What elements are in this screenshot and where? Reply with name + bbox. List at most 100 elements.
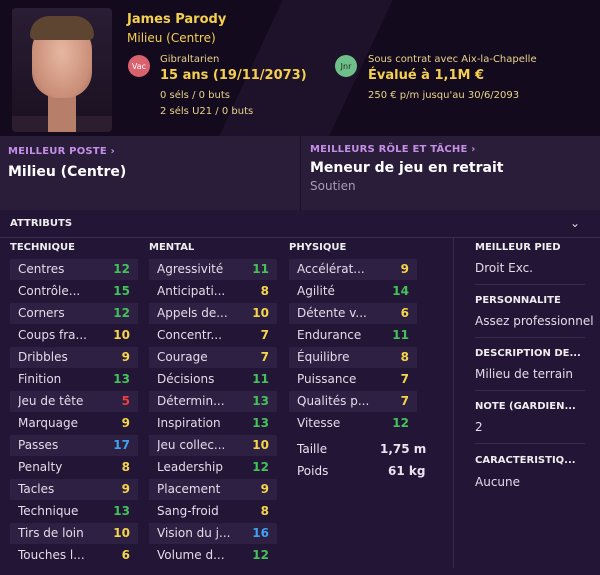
attribute-row[interactable]: Vision du j... 16 — [149, 523, 277, 544]
attribute-row[interactable]: Courage 7 — [149, 347, 277, 368]
attribute-label: Qualités p... — [297, 394, 370, 408]
attribute-value: 12 — [252, 460, 269, 474]
attribute-value: 13 — [252, 394, 269, 408]
attribute-value: 6 — [121, 548, 130, 562]
attribute-row[interactable]: Sang-froid 8 — [149, 501, 277, 522]
attribute-row[interactable]: Jeu collec... 10 — [149, 435, 277, 456]
attribute-row[interactable]: Décisions 11 — [149, 369, 277, 390]
attribute-value: 8 — [121, 460, 130, 474]
attribute-row[interactable]: Placement 9 — [149, 479, 277, 500]
best-role-link[interactable]: MEILLEURS RÔLE ET TÂCHE › — [310, 144, 476, 155]
attribute-label: Penalty — [18, 460, 63, 474]
best-position-panel: MEILLEUR POSTE › Milieu (Centre) MEILLEU… — [0, 136, 600, 210]
attribute-row[interactable]: Concentr... 7 — [149, 325, 277, 346]
attribute-value: 12 — [392, 416, 409, 430]
best-foot-value: Droit Exc. — [475, 261, 533, 275]
attribute-label: Anticipati... — [157, 284, 226, 298]
attribute-value: 15 — [113, 284, 130, 298]
attribute-value: 7 — [260, 350, 269, 364]
height-value: 1,75 m — [380, 442, 427, 456]
attribute-label: Vision du j... — [157, 526, 231, 540]
attribute-label: Détermin... — [157, 394, 225, 408]
divider — [453, 238, 454, 568]
features-title: CARACTÉRISTIQ... — [475, 455, 576, 466]
status-badge-vac: Vac — [128, 55, 150, 77]
player-value: Évalué à 1,1M € — [368, 68, 485, 83]
attribute-value: 9 — [121, 416, 130, 430]
attribute-row[interactable]: Coups fra... 10 — [10, 325, 138, 346]
contract-club[interactable]: Sous contrat avec Aix-la-Chapelle — [368, 54, 537, 65]
attribute-label: Accélérat... — [297, 262, 365, 276]
nationality[interactable]: Gibraltarien — [160, 54, 219, 65]
divider — [475, 390, 585, 391]
personality-value: Assez professionnel — [475, 314, 594, 328]
attribute-row[interactable]: Agressivité 11 — [149, 259, 277, 280]
attribute-row[interactable]: Détente v... 6 — [289, 303, 417, 324]
attribute-value: 16 — [252, 526, 269, 540]
attribute-value: 10 — [113, 526, 130, 540]
attribute-label: Corners — [18, 306, 65, 320]
attribute-label: Vitesse — [297, 416, 341, 430]
attribute-label: Agressivité — [157, 262, 224, 276]
attribute-row[interactable]: Vitesse 12 — [289, 413, 417, 434]
attribute-value: 10 — [252, 306, 269, 320]
weight-label: Poids — [297, 464, 329, 478]
attribute-label: Technique — [18, 504, 79, 518]
divider — [300, 136, 301, 210]
attribute-value: 5 — [121, 394, 130, 408]
attribute-label: Agilité — [297, 284, 335, 298]
attribute-row[interactable]: Agilité 14 — [289, 281, 417, 302]
best-position-link[interactable]: MEILLEUR POSTE › — [8, 146, 115, 157]
best-role-duty: Soutien — [310, 179, 356, 193]
attribute-row[interactable]: Tirs de loin 10 — [10, 523, 138, 544]
player-name[interactable]: James Parody — [127, 12, 226, 27]
best-role-value: Meneur de jeu en retrait — [310, 160, 504, 176]
attribute-value: 7 — [400, 394, 409, 408]
attribute-label: Endurance — [297, 328, 362, 342]
attribute-row[interactable]: Puissance 7 — [289, 369, 417, 390]
attribute-value: 9 — [260, 482, 269, 496]
attribute-row[interactable]: Appels de... 10 — [149, 303, 277, 324]
attribute-row[interactable]: Qualités p... 7 — [289, 391, 417, 412]
attribute-row[interactable]: Jeu de tête 5 — [10, 391, 138, 412]
attribute-row[interactable]: Accélérat... 9 — [289, 259, 417, 280]
note-title: NOTE (GARDIEN... — [475, 401, 576, 412]
attributes-header[interactable]: ATTRIBUTS ⌄ — [0, 210, 600, 238]
chevron-right-icon: › — [471, 144, 476, 155]
attribute-row[interactable]: Corners 12 — [10, 303, 138, 324]
attributes-title: ATTRIBUTS — [10, 218, 73, 229]
attribute-row[interactable]: Finition 13 — [10, 369, 138, 390]
attribute-row[interactable]: Tacles 9 — [10, 479, 138, 500]
caps-u21: 2 séls U21 / 0 buts — [160, 106, 254, 117]
attribute-row[interactable]: Équilibre 8 — [289, 347, 417, 368]
attribute-row[interactable]: Centres 12 — [10, 259, 138, 280]
attribute-row[interactable]: Détermin... 13 — [149, 391, 277, 412]
attribute-row[interactable]: Leadership 12 — [149, 457, 277, 478]
attribute-row[interactable]: Marquage 9 — [10, 413, 138, 434]
attribute-row[interactable]: Passes 17 — [10, 435, 138, 456]
attribute-row[interactable]: Endurance 11 — [289, 325, 417, 346]
attribute-row[interactable]: Contrôle... 15 — [10, 281, 138, 302]
attribute-row[interactable]: Inspiration 13 — [149, 413, 277, 434]
attribute-label: Centres — [18, 262, 65, 276]
personality-title: PERSONNALITÉ — [475, 295, 561, 306]
weight-value: 61 kg — [388, 464, 426, 478]
attribute-label: Puissance — [297, 372, 357, 386]
attribute-label: Jeu collec... — [157, 438, 226, 452]
attribute-value: 12 — [252, 548, 269, 562]
attribute-value: 17 — [113, 438, 130, 452]
chevron-down-icon[interactable]: ⌄ — [570, 216, 580, 230]
attribute-row[interactable]: Anticipati... 8 — [149, 281, 277, 302]
attribute-row[interactable]: Dribbles 9 — [10, 347, 138, 368]
wage-info: 250 € p/m jusqu'au 30/6/2093 — [368, 90, 520, 101]
attribute-value: 14 — [392, 284, 409, 298]
attribute-label: Placement — [157, 482, 221, 496]
attribute-row[interactable]: Volume d... 12 — [149, 545, 277, 566]
attribute-row[interactable]: Penalty 8 — [10, 457, 138, 478]
attribute-label: Coups fra... — [18, 328, 87, 342]
attribute-row[interactable]: Technique 13 — [10, 501, 138, 522]
attribute-row[interactable]: Touches l... 6 — [10, 545, 138, 566]
attribute-value: 13 — [113, 372, 130, 386]
attribute-label: Décisions — [157, 372, 215, 386]
attribute-label: Tirs de loin — [18, 526, 84, 540]
